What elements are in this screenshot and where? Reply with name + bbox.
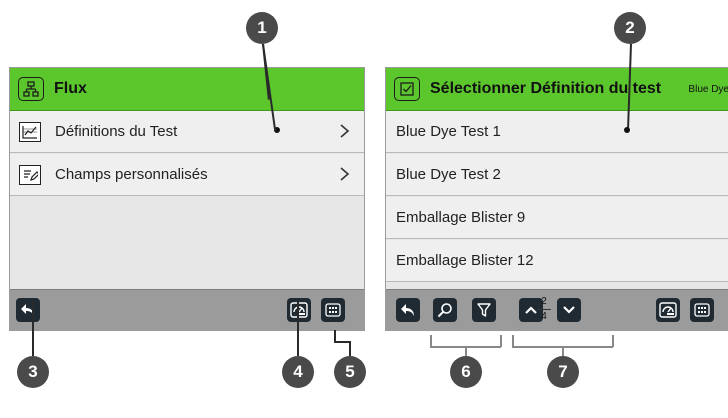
menu-button[interactable] — [321, 298, 345, 322]
list-item-label: Emballage Blister 12 — [396, 252, 534, 269]
header-bar: Sélectionner Définition du test Blue Dye — [386, 68, 728, 111]
page-divider — [537, 309, 551, 310]
list-item-label: Blue Dye Test 1 — [396, 123, 501, 140]
page-total: 4 — [541, 311, 547, 322]
bracket-7-right — [612, 335, 614, 347]
callout-leader-5b — [334, 341, 350, 343]
back-button[interactable] — [396, 298, 420, 322]
grid-menu-icon — [694, 303, 710, 317]
list-item[interactable]: Emballage Blister 12 — [386, 240, 728, 282]
callout-2: 2 — [614, 12, 646, 44]
left-screen: Flux Définitions du Test Champs personna… — [9, 67, 365, 331]
chevron-down-icon — [563, 306, 575, 314]
page-indicator: 2 4 — [535, 296, 553, 324]
dashboard-button[interactable] — [656, 298, 680, 322]
back-icon — [401, 304, 414, 316]
chevron-right-icon — [340, 124, 350, 138]
list-item-label: Blue Dye Test 2 — [396, 166, 501, 183]
callout-leader-3 — [32, 300, 34, 356]
callout-leader-5c — [349, 341, 351, 357]
list-item-custom-fields[interactable]: Champs personnalisés — [10, 154, 364, 196]
callout-leader-4 — [297, 302, 299, 356]
callout-7: 7 — [547, 356, 579, 388]
header-bar: Flux — [10, 68, 364, 111]
bottom-toolbar — [10, 289, 364, 330]
back-icon — [21, 304, 34, 316]
callout-3: 3 — [17, 356, 49, 388]
list-item[interactable]: Blue Dye Test 2 — [386, 154, 728, 196]
list-item-test-definitions[interactable]: Définitions du Test — [10, 111, 364, 153]
menu-button[interactable] — [690, 298, 714, 322]
callout-1: 1 — [246, 12, 278, 44]
chevron-right-icon — [340, 167, 350, 181]
callout-6: 6 — [450, 356, 482, 388]
dashboard-button[interactable] — [287, 298, 311, 322]
dashboard-icon — [290, 302, 308, 318]
callout-5: 5 — [334, 356, 366, 388]
search-icon — [437, 303, 452, 318]
dashboard-icon — [659, 302, 677, 318]
callout-4: 4 — [282, 356, 314, 388]
list-item[interactable]: Blue Dye Test 1 — [386, 111, 728, 153]
grid-menu-icon — [325, 303, 341, 317]
list-item-label: Champs personnalisés — [55, 166, 208, 183]
list-item-label: Définitions du Test — [55, 123, 178, 140]
right-screen: Sélectionner Définition du test Blue Dye… — [385, 67, 728, 331]
page-current: 2 — [541, 296, 547, 307]
selected-test-label: Blue Dye — [688, 83, 728, 95]
list-item[interactable]: Emballage Blister 9 — [386, 197, 728, 239]
list-item-label: Emballage Blister 9 — [396, 209, 526, 226]
callout-target-dot-2 — [624, 127, 630, 133]
edit-form-icon — [19, 164, 41, 185]
search-button[interactable] — [433, 298, 457, 322]
page-title: Flux — [54, 80, 87, 97]
back-button[interactable] — [16, 298, 40, 322]
page-down-button[interactable] — [557, 298, 581, 322]
filter-button[interactable] — [472, 298, 496, 322]
checkbox-icon — [394, 77, 420, 101]
flowchart-icon — [18, 77, 44, 101]
page-title: Sélectionner Définition du test — [430, 80, 662, 97]
filter-icon — [477, 303, 491, 317]
bottom-toolbar: 2 4 — [386, 289, 728, 330]
bracket-6-right — [500, 335, 502, 347]
chart-icon — [19, 121, 41, 142]
